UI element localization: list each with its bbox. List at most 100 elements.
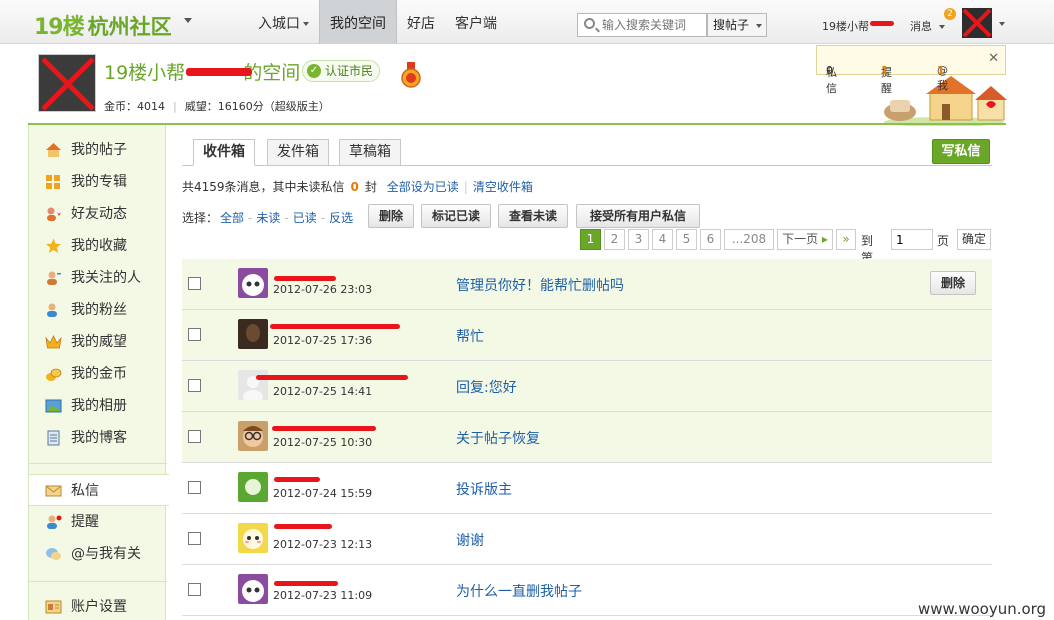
- glasses-avatar-icon: [243, 426, 263, 447]
- message-row[interactable]: 2012-07-25 14:41 回复:您好: [182, 361, 992, 412]
- page-number: 6: [706, 232, 715, 246]
- message-subject-link[interactable]: 为什么一直删我帖子: [456, 581, 582, 601]
- page-6-button[interactable]: 6: [700, 229, 721, 250]
- sidebar-item-favorites[interactable]: 我的收藏: [29, 230, 167, 262]
- sidebar-item-label: @与我有关: [71, 546, 141, 562]
- sidebar-item-coins[interactable]: 我的金币: [29, 358, 167, 390]
- sidebar-divider: [29, 581, 167, 582]
- top-navigation-bar: 19楼杭州社区 入城口 我的空间 好店 客户端 搜帖子 19楼小帮 消息 2: [0, 0, 1054, 44]
- sidebar-item-my-albums[interactable]: 我的专辑: [29, 166, 167, 198]
- message-checkbox[interactable]: [188, 583, 201, 596]
- page-4-button[interactable]: 4: [652, 229, 673, 250]
- sidebar-item-friend-feed[interactable]: 好友动态: [29, 198, 167, 230]
- sidebar-item-label: 账户设置: [71, 599, 127, 615]
- sender-avatar[interactable]: [238, 268, 268, 298]
- sidebar-item-fans[interactable]: 我的粉丝: [29, 294, 167, 326]
- city-switch-caret-icon[interactable]: [184, 18, 192, 23]
- profile-avatar[interactable]: [38, 54, 96, 112]
- messages-menu[interactable]: 消息: [910, 18, 945, 34]
- chevron-down-icon: [303, 22, 309, 26]
- sidebar-item-prestige[interactable]: 我的威望: [29, 326, 167, 358]
- message-checkbox[interactable]: [188, 532, 201, 545]
- sidebar-divider: [29, 463, 167, 464]
- sender-avatar[interactable]: [238, 523, 268, 553]
- message-subject-link[interactable]: 帮忙: [456, 326, 484, 346]
- message-row[interactable]: 2012-07-23 11:09 为什么一直删我帖子: [182, 565, 992, 616]
- sidebar-item-album[interactable]: 我的相册: [29, 390, 167, 422]
- message-checkbox[interactable]: [188, 430, 201, 443]
- message-subject-link[interactable]: 投诉版主: [456, 479, 512, 499]
- user-name-link[interactable]: 19楼小帮: [822, 18, 869, 34]
- message-subject-link[interactable]: 谢谢: [456, 530, 484, 550]
- user-name-text: 19楼小帮: [822, 20, 869, 33]
- goto-page-input[interactable]: [891, 229, 933, 250]
- select-read-link[interactable]: 已读: [293, 211, 317, 225]
- mark-read-button[interactable]: 标记已读: [421, 204, 491, 228]
- nav-my-space[interactable]: 我的空间: [319, 0, 397, 44]
- message-checkbox[interactable]: [188, 481, 201, 494]
- sidebar-item-blog[interactable]: 我的博客: [29, 422, 167, 454]
- tab-outbox-label: 发件箱: [277, 144, 319, 160]
- tab-drafts[interactable]: 草稿箱: [339, 139, 401, 166]
- last-page-button[interactable]: ...208: [724, 229, 774, 250]
- sidebar-item-reminders[interactable]: 提醒: [29, 506, 167, 538]
- compose-message-button[interactable]: 写私信: [932, 139, 990, 164]
- mark-all-read-link[interactable]: 全部设为已读: [387, 180, 459, 194]
- accept-all-messages-button[interactable]: 接受所有用户私信: [576, 204, 700, 228]
- chevron-down-icon: [755, 23, 762, 28]
- view-unread-button[interactable]: 查看未读: [498, 204, 568, 228]
- tab-inbox[interactable]: 收件箱: [193, 139, 255, 166]
- message-subject-link[interactable]: 回复:您好: [456, 377, 517, 397]
- message-row[interactable]: 2012-07-24 15:59 投诉版主: [182, 463, 992, 514]
- nav-good-shops[interactable]: 好店: [397, 0, 445, 44]
- next-page-button[interactable]: 下一页 ▸: [777, 229, 833, 250]
- close-icon[interactable]: ✕: [988, 51, 999, 66]
- page-number: 1: [586, 232, 595, 246]
- sender-avatar[interactable]: [238, 421, 268, 451]
- nav-client[interactable]: 客户端: [445, 0, 507, 44]
- sender-avatar[interactable]: [238, 319, 268, 349]
- select-all-link[interactable]: 全部: [220, 211, 244, 225]
- sender-avatar[interactable]: [238, 574, 268, 604]
- page-5-button[interactable]: 5: [676, 229, 697, 250]
- button-label: 标记已读: [431, 209, 480, 223]
- chevron-down-icon[interactable]: [999, 22, 1005, 26]
- sender-avatar[interactable]: [238, 472, 268, 502]
- album-icon: [45, 399, 62, 413]
- site-logo[interactable]: 19楼 杭州社区: [34, 9, 172, 41]
- sidebar-item-mentions[interactable]: @与我有关: [29, 538, 167, 570]
- message-subject-link[interactable]: 管理员你好！能帮忙删帖吗: [456, 275, 624, 295]
- message-row[interactable]: 2012-07-25 10:30 关于帖子恢复: [182, 412, 992, 463]
- message-subject-link[interactable]: 关于帖子恢复: [456, 428, 540, 448]
- search-input[interactable]: [602, 17, 704, 33]
- select-unread-link[interactable]: 未读: [256, 211, 280, 225]
- delete-selected-button[interactable]: 删除: [368, 204, 414, 228]
- message-checkbox[interactable]: [188, 277, 201, 290]
- message-row[interactable]: 2012-07-23 12:13 谢谢: [182, 514, 992, 565]
- sidebar-item-private-messages[interactable]: 私信: [29, 474, 169, 506]
- user-avatar[interactable]: [962, 8, 992, 38]
- message-time: 2012-07-25 10:30: [273, 436, 373, 449]
- tab-outbox[interactable]: 发件箱: [267, 139, 329, 166]
- message-checkbox[interactable]: [188, 328, 201, 341]
- prestige-stat: 威望：16160分（超级版主）: [184, 100, 330, 113]
- redaction-mark: [256, 375, 408, 380]
- page-1-button[interactable]: 1: [580, 229, 601, 250]
- sidebar-item-following[interactable]: 我关注的人: [29, 262, 167, 294]
- messages-badge: 2: [944, 8, 956, 20]
- row-delete-button[interactable]: 删除: [930, 271, 976, 295]
- message-checkbox[interactable]: [188, 379, 201, 392]
- message-row[interactable]: 2012-07-25 17:36 帮忙: [182, 310, 992, 361]
- nav-entrance[interactable]: 入城口: [248, 0, 319, 44]
- search-scope-select[interactable]: 搜帖子: [707, 13, 767, 37]
- sidebar-item-my-posts[interactable]: 我的帖子: [29, 134, 167, 166]
- message-row[interactable]: 2012-07-26 23:03 管理员你好！能帮忙删帖吗 删除: [182, 259, 992, 310]
- sidebar-item-account-settings[interactable]: 账户设置: [29, 591, 167, 620]
- cat-avatar-icon: [242, 580, 264, 602]
- page-3-button[interactable]: 3: [628, 229, 649, 250]
- clear-inbox-link[interactable]: 清空收件箱: [473, 180, 533, 194]
- last-page-arrow-icon[interactable]: »: [836, 229, 856, 250]
- select-invert-link[interactable]: 反选: [329, 211, 353, 225]
- page-2-button[interactable]: 2: [604, 229, 625, 250]
- goto-confirm-button[interactable]: 确定: [957, 229, 991, 250]
